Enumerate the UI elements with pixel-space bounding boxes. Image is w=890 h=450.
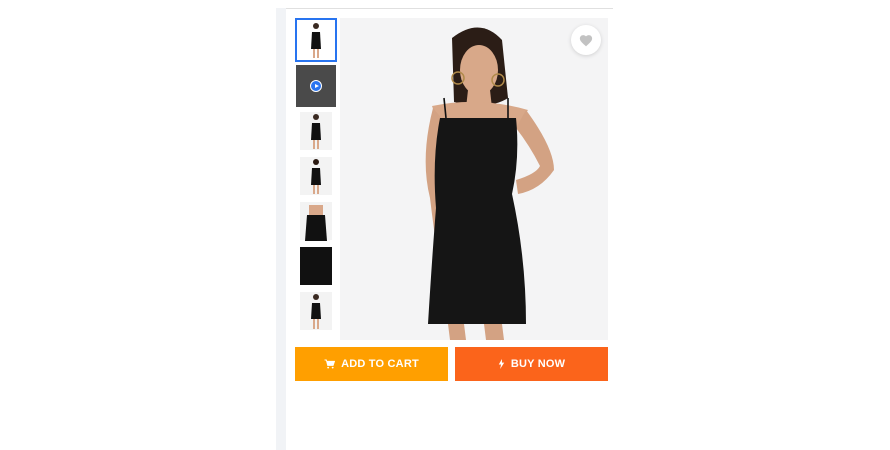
buy-now-button[interactable]: BUY NOW	[455, 347, 608, 381]
thumbnail-video[interactable]	[295, 64, 337, 108]
thumbnail-fabric[interactable]	[295, 244, 337, 288]
fabric-swatch	[300, 247, 332, 285]
thumbnail-7[interactable]	[295, 289, 337, 333]
lightning-icon	[498, 359, 505, 369]
add-to-cart-label: ADD TO CART	[341, 358, 419, 370]
add-to-cart-button[interactable]: ADD TO CART	[295, 347, 448, 381]
page-gutter	[276, 8, 286, 450]
cart-icon	[324, 359, 336, 369]
dress-model-thumbnail-icon	[311, 294, 321, 329]
thumbnail-5[interactable]	[295, 199, 337, 243]
dress-model-thumbnail-icon	[311, 23, 321, 58]
buy-now-label: BUY NOW	[510, 358, 566, 370]
thumbnail-1[interactable]	[295, 18, 337, 62]
dress-model-image	[425, 27, 554, 340]
wishlist-button[interactable]	[571, 25, 601, 55]
dress-closeup-thumbnail-icon	[305, 205, 327, 241]
play-icon	[310, 80, 322, 92]
dress-back-thumbnail-icon	[311, 159, 321, 194]
thumbnail-4[interactable]	[295, 154, 337, 198]
heart-icon	[579, 34, 593, 46]
top-divider	[286, 8, 613, 9]
main-product-image[interactable]	[340, 18, 608, 340]
thumbnail-3[interactable]	[295, 109, 337, 153]
dress-model-thumbnail-icon	[311, 114, 321, 149]
